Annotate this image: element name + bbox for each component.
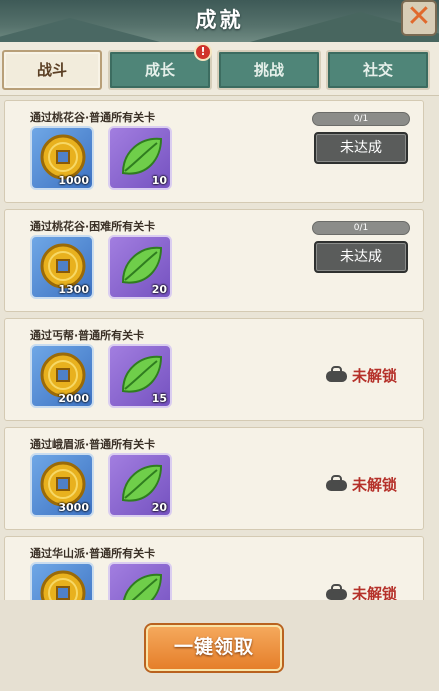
reward-count: 20	[151, 283, 167, 296]
locked-status: 未解锁	[324, 364, 397, 386]
reward-count: 20	[151, 501, 167, 514]
reward-item-coin[interactable]: 1300	[30, 235, 94, 299]
reward-item-coin[interactable]: 2000	[30, 344, 94, 408]
reward-count: 1000	[58, 174, 89, 187]
achievement-card: 通过桃花谷·困难所有关卡 1300 20 0/1 未达成	[4, 209, 424, 312]
achievement-name: 通过峨眉派·普通所有关卡	[30, 438, 156, 451]
copper-coin-icon	[40, 570, 86, 600]
reward-count: 15	[151, 392, 167, 405]
tab-challenge[interactable]: 挑战	[217, 50, 321, 90]
locked-label: 未解锁	[352, 366, 398, 385]
achievement-card: 通过桃花谷·普通所有关卡 1000 10 0/1 未达成	[4, 100, 424, 203]
reward-item-coin[interactable]: 3000	[30, 453, 94, 517]
reward-item-leaf[interactable]	[108, 562, 172, 600]
lock-icon	[326, 475, 347, 491]
achievement-card: 通过峨眉派·普通所有关卡 3000 20 未解锁	[4, 427, 424, 530]
achievement-list[interactable]: 通过桃花谷·普通所有关卡 1000 10 0/1 未达成 通过桃花谷·困难所有关…	[4, 100, 435, 600]
lock-icon	[326, 584, 347, 600]
locked-status: 未解锁	[324, 582, 397, 600]
tab-growth[interactable]: 成长!	[108, 43, 212, 90]
achievement-name: 通过桃花谷·困难所有关卡	[30, 220, 156, 233]
notification-badge-icon: !	[194, 43, 212, 61]
reward-item-leaf[interactable]: 10	[108, 126, 172, 190]
reward-item-leaf[interactable]: 15	[108, 344, 172, 408]
close-icon: ✕	[406, 0, 432, 34]
close-button[interactable]: ✕	[401, 0, 437, 36]
progress-bar: 0/1	[312, 221, 410, 235]
reward-item-coin[interactable]: 1000	[30, 126, 94, 190]
achievement-name: 通过华山派·普通所有关卡	[30, 547, 156, 560]
reward-count: 2000	[58, 392, 89, 405]
footer-bar: 一键领取	[0, 600, 439, 691]
locked-status: 未解锁	[324, 473, 397, 495]
achievement-card: 通过华山派·普通所有关卡 未解锁	[4, 536, 424, 600]
claim-all-button[interactable]: 一键领取	[146, 625, 282, 671]
not-achieved-button[interactable]: 未达成	[314, 132, 408, 164]
reward-item-leaf[interactable]: 20	[108, 235, 172, 299]
tab-social[interactable]: 社交	[326, 50, 430, 90]
locked-label: 未解锁	[352, 475, 398, 494]
achievement-name: 通过桃花谷·普通所有关卡	[30, 111, 156, 124]
tab-bar: 战斗 成长! 挑战 社交	[0, 42, 439, 96]
not-achieved-button[interactable]: 未达成	[314, 241, 408, 273]
locked-label: 未解锁	[352, 584, 398, 601]
lock-icon	[326, 366, 347, 382]
reward-count: 3000	[58, 501, 89, 514]
reward-count: 1300	[58, 283, 89, 296]
achievement-name: 通过丐帮·普通所有关卡	[30, 329, 145, 342]
page-title: 成就	[195, 8, 244, 32]
header-bar: 成就	[0, 0, 439, 42]
reward-item-leaf[interactable]: 20	[108, 453, 172, 517]
tab-battle[interactable]: 战斗	[2, 50, 102, 90]
green-leaf-icon	[123, 573, 163, 600]
achievement-card: 通过丐帮·普通所有关卡 2000 15 未解锁	[4, 318, 424, 421]
progress-bar: 0/1	[312, 112, 410, 126]
reward-count: 10	[151, 174, 167, 187]
reward-item-coin[interactable]	[30, 562, 94, 600]
